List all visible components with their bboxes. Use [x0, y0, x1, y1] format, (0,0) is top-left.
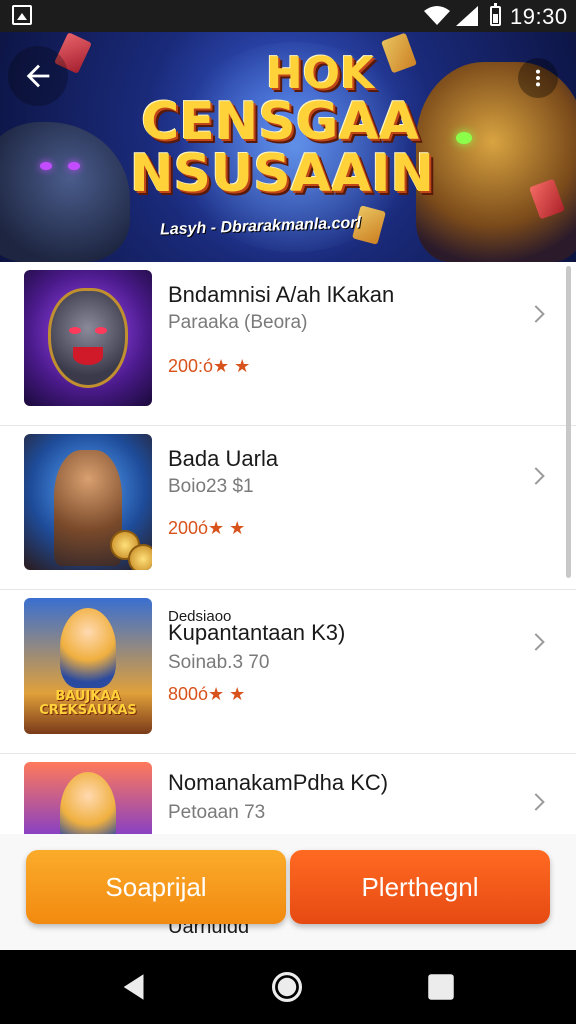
game-rating: 800ó★ ★ [168, 684, 246, 704]
monster-eye [68, 162, 80, 170]
game-thumbnail [24, 762, 152, 834]
game-thumbnail [24, 434, 152, 570]
game-thumbnail: BAUJKAA CREKSAUKAS [24, 598, 152, 734]
hero-title-line1: HOK [265, 48, 375, 99]
primary-action-button[interactable]: Plerthegnl [290, 850, 550, 924]
game-title: Bada Uarla [168, 446, 279, 471]
list-scrollbar[interactable] [566, 266, 571, 578]
list-item[interactable]: BAUJKAA CREKSAUKAS Dedsiaoo Kupantantaan… [0, 590, 576, 754]
hero-monster-illustration [0, 122, 130, 262]
app-notification-icon [12, 5, 32, 25]
game-title: NomanakamPdha KC) [168, 770, 389, 795]
game-rating: 200ó★ ★ [168, 518, 246, 538]
wifi-icon [424, 6, 450, 25]
hero-title-line2: CENSGAA [141, 92, 419, 152]
chevron-right-icon [534, 305, 545, 323]
battery-icon [490, 3, 501, 26]
secondary-action-button[interactable]: Soaprijal [26, 850, 286, 924]
more-vert-icon [535, 69, 541, 87]
chevron-right-icon [534, 633, 545, 651]
game-thumbnail [24, 270, 152, 406]
art-eye [69, 327, 81, 334]
nav-back-icon[interactable] [118, 970, 152, 1004]
game-rating: 200:ó★ ★ [168, 356, 251, 376]
game-subtitle: Boio23 $1 [168, 476, 254, 497]
status-bar: 19:30 [0, 0, 576, 32]
robot-eye [456, 132, 472, 144]
heroine-art [60, 772, 116, 834]
thumbnail-logo-text: BAUJKAA CREKSAUKAS [39, 689, 137, 718]
status-time: 19:30 [510, 4, 568, 29]
game-subtitle: Soinab.3 70 [168, 652, 270, 673]
hero-banner: HOK CENSGAA NSUSAAIN Lasyh - Dbrarakmanl… [0, 32, 576, 262]
system-nav-bar [0, 950, 576, 1024]
nav-recents-icon[interactable] [424, 970, 458, 1004]
list-item[interactable]: Bada Uarla Boio23 $1 200ó★ ★ [0, 426, 576, 590]
arrow-back-icon [26, 64, 50, 88]
coin-art [128, 544, 152, 570]
list-item[interactable]: Bndamnisi A/ah lKakan Paraaka (Beora) 20… [0, 262, 576, 426]
game-title: Kupantantaan K3) [168, 620, 346, 645]
art-eye [95, 327, 107, 334]
hero-game-logo: HOK CENSGAA NSUSAAIN [130, 48, 435, 204]
action-bar: Uarnuidd Soaprijal Plerthegnl [0, 834, 576, 950]
wolf-shield-art [48, 288, 128, 388]
chevron-right-icon [534, 467, 545, 485]
art-mouth [73, 347, 103, 365]
game-subtitle: Paraaka (Beora) [168, 312, 308, 333]
more-options-button[interactable] [518, 58, 558, 98]
signal-icon [456, 6, 478, 26]
game-title: Bndamnisi A/ah lKakan [168, 282, 395, 307]
heroine-art [60, 608, 116, 688]
game-list[interactable]: Bndamnisi A/ah lKakan Paraaka (Beora) 20… [0, 262, 576, 834]
nav-home-icon[interactable] [270, 970, 304, 1004]
list-item[interactable]: NomanakamPdha KC) Petoaan 73 [0, 754, 576, 834]
game-subtitle: Petoaan 73 [168, 802, 266, 823]
back-button[interactable] [8, 46, 68, 106]
monster-eye [40, 162, 52, 170]
hero-title-line3: NSUSAAIN [130, 144, 435, 204]
chevron-right-icon [534, 793, 545, 811]
